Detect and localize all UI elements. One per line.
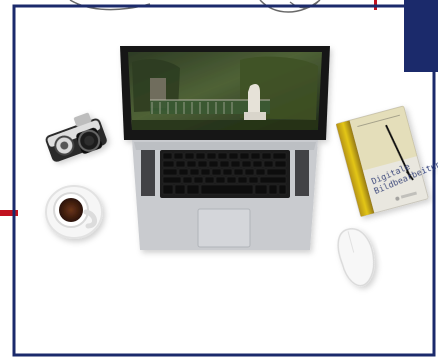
left-speaker-grill <box>141 150 155 196</box>
workspace-scene: Digitale Bildbearbeitung <box>0 0 438 357</box>
right-speaker-grill <box>295 150 309 196</box>
laptop <box>120 46 330 250</box>
coffee-cup <box>45 185 103 239</box>
camera <box>45 112 107 162</box>
book: Digitale Bildbearbeitung <box>335 105 438 217</box>
keyboard <box>160 150 290 198</box>
scene-illustration: Digitale Bildbearbeitung <box>0 0 438 357</box>
mouse <box>337 228 375 287</box>
trackpad <box>197 208 251 248</box>
